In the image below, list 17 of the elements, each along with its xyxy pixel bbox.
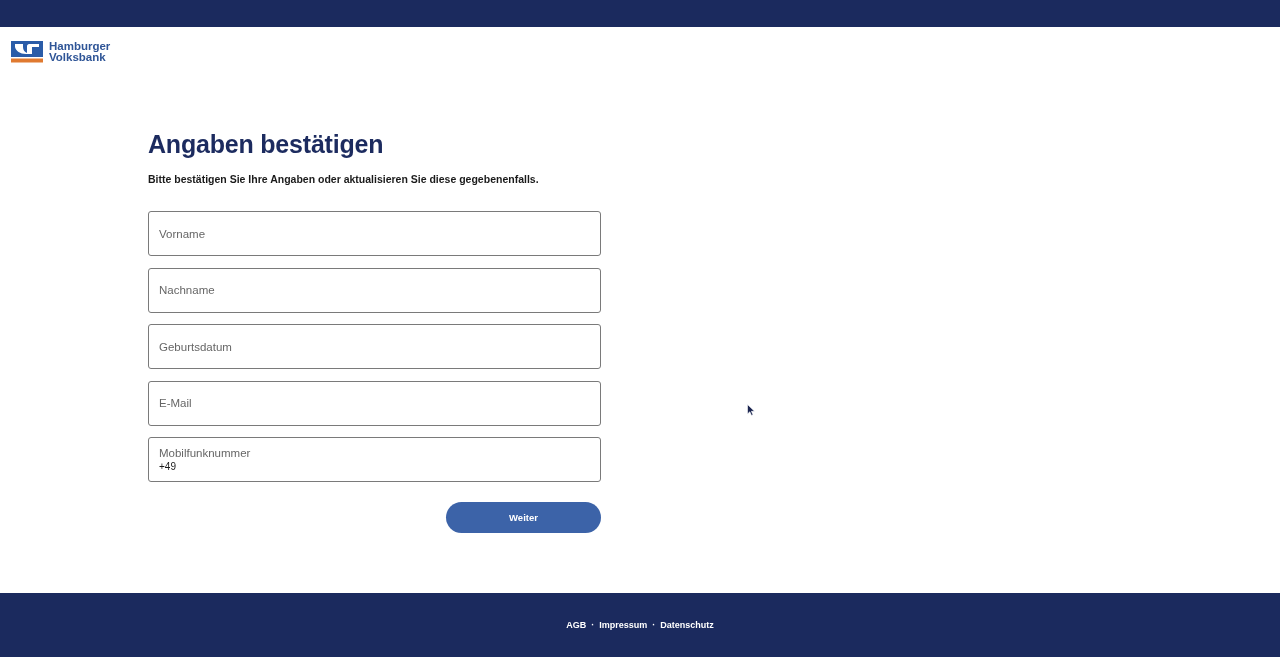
page-heading: Angaben bestätigen (148, 129, 384, 160)
mouse-pointer-icon (747, 404, 755, 416)
input-field[interactable]: E-Mail (148, 380, 601, 426)
input-field[interactable]: Geburtsdatum (148, 324, 601, 369)
bank-logo-icon (11, 41, 43, 63)
footer-link[interactable]: AGB (566, 620, 587, 630)
continue-button[interactable]: Weiter (446, 501, 601, 533)
bank-name: Hamburger Volksbank (49, 41, 111, 63)
input-field[interactable]: Nachname (148, 267, 601, 313)
footer-link[interactable]: Datenschutz (660, 620, 714, 630)
phone-field[interactable]: Mobilfunknummer +49 (148, 437, 601, 482)
instruction-text: Bitte bestätigen Sie Ihre Angaben oder aktualisieren Sie diese gegebenenfalls. (148, 172, 539, 186)
separator-dot: · (591, 620, 595, 630)
separator-dot: · (652, 620, 656, 630)
field-label: Mobilfunknummer (159, 446, 251, 460)
footer-link[interactable]: Impressum (599, 620, 648, 630)
input-field[interactable]: Vorname (148, 211, 601, 256)
